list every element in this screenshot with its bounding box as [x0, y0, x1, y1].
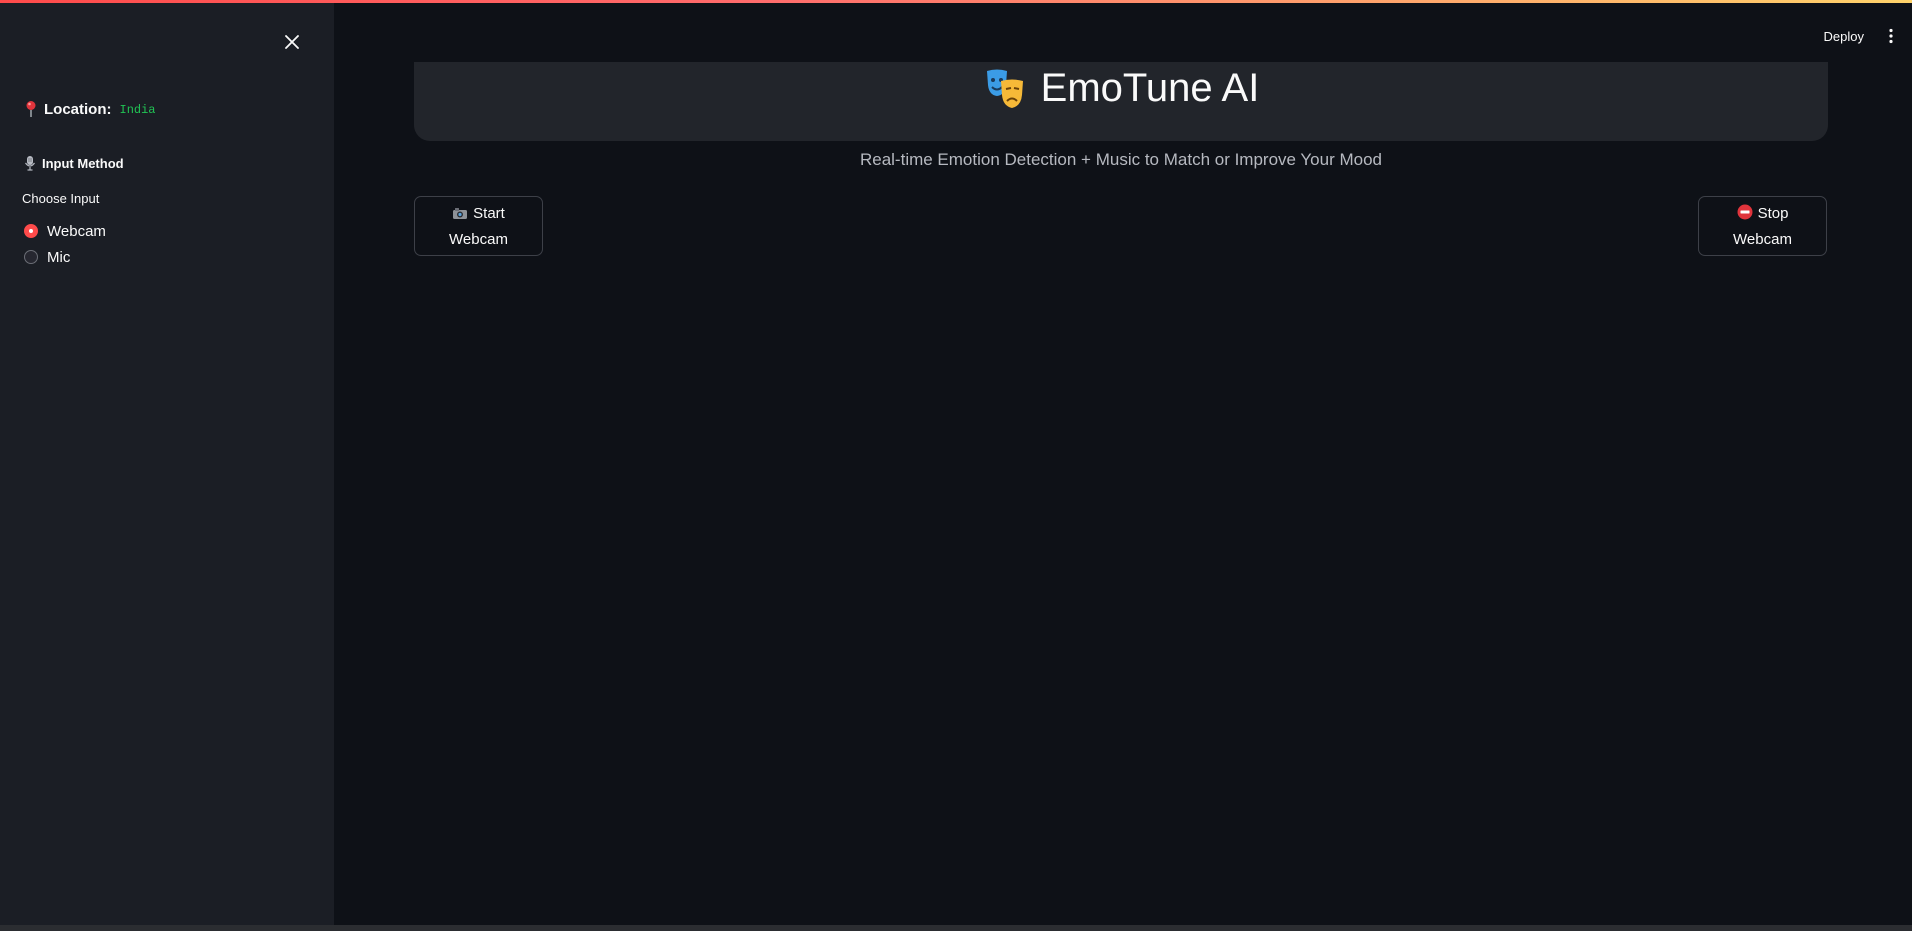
close-icon: [285, 35, 299, 49]
input-method-label: Input Method: [42, 155, 124, 171]
stop-button-line1: Stop: [1699, 201, 1826, 227]
deploy-button[interactable]: Deploy: [1824, 29, 1864, 44]
no-entry-icon: [1737, 204, 1753, 220]
start-button-line2: Webcam: [449, 231, 508, 248]
input-method-heading: Input Method: [24, 155, 124, 171]
location-row: Location: India: [24, 100, 156, 118]
window-bottom-border: [0, 925, 1912, 931]
app-subtitle: Real-time Emotion Detection + Music to M…: [859, 150, 1383, 169]
performing-arts-masks-icon: [986, 69, 1023, 108]
start-webcam-button[interactable]: Start Webcam: [414, 196, 543, 256]
location-value: India: [119, 103, 156, 117]
radio-selected-indicator[interactable]: [24, 224, 38, 238]
app-title: EmoTune AI: [1040, 66, 1260, 110]
sidebar: Location: India Input Method Choose Inpu…: [0, 0, 334, 925]
app-window: Location: India Input Method Choose Inpu…: [0, 0, 1912, 925]
map-pin-icon: [26, 101, 36, 117]
title-card: EmoTune AI: [414, 62, 1828, 141]
main-content: Deploy EmoTune AI Real-time Emotion Dete…: [334, 0, 1912, 925]
title-row: EmoTune AI: [983, 66, 1260, 111]
top-decoration-stripe: [0, 0, 1912, 3]
start-button-label: Start: [473, 205, 505, 222]
radio-option-label: Mic: [47, 248, 71, 266]
location-label: Location:: [44, 100, 112, 118]
stop-webcam-button[interactable]: Stop Webcam: [1698, 196, 1827, 256]
start-button-line1: Start: [415, 201, 542, 227]
choose-input-label: Choose Input: [22, 191, 100, 206]
radio-unselected-indicator[interactable]: [24, 250, 38, 264]
stop-button-label: Stop: [1757, 205, 1789, 222]
stop-button-line2: Webcam: [1733, 231, 1792, 248]
radio-option-webcam[interactable]: Webcam: [24, 218, 106, 244]
microphone-icon: [25, 156, 35, 171]
radio-option-label: Webcam: [47, 222, 106, 240]
more-vertical-icon[interactable]: [1888, 28, 1894, 44]
choose-input-radio-group: Webcam Mic: [24, 218, 106, 270]
radio-option-mic[interactable]: Mic: [24, 244, 106, 270]
header-toolbar: Deploy: [1824, 28, 1894, 44]
camera-icon: [453, 208, 468, 219]
sidebar-close-button[interactable]: [278, 28, 306, 56]
